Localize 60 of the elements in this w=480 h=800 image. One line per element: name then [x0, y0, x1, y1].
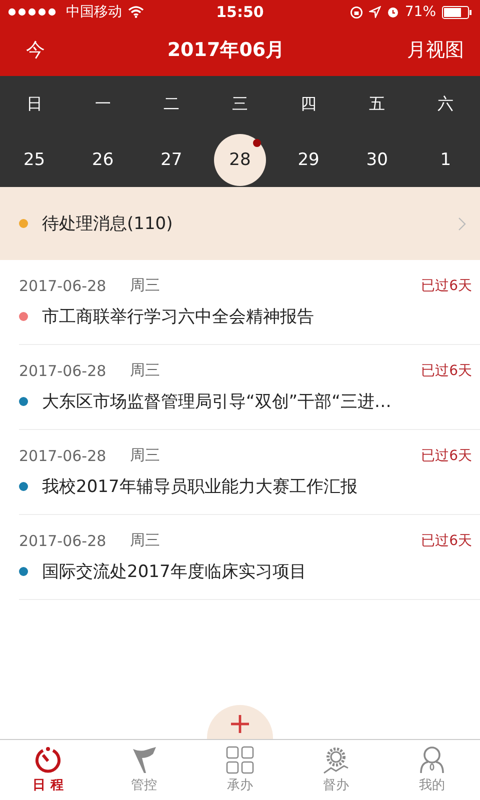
- pending-messages-row[interactable]: 待处理消息(110): [0, 187, 480, 260]
- chevron-icon: [458, 216, 466, 230]
- event-title: 国际交流处2017年度临床实习项目: [42, 561, 306, 583]
- calendar-day[interactable]: 30: [351, 134, 404, 186]
- calendar-day[interactable]: 26: [76, 134, 129, 186]
- person-icon: [418, 746, 446, 774]
- battery-icon: [442, 6, 472, 18]
- event-title: 我校2017年辅导员职业能力大赛工作汇报: [42, 476, 358, 498]
- calendar-day[interactable]: 28: [214, 134, 266, 186]
- event-weekday: 周三: [130, 531, 162, 550]
- event-item[interactable]: 2017-06-28 周三 已过6天 大东区市场监督管理局引导“双创”干部“三进…: [19, 345, 480, 430]
- wifi-icon: [128, 6, 144, 18]
- event-date: 2017-06-28: [19, 446, 106, 464]
- overdue-label: 已过6天: [421, 446, 472, 464]
- tab-label: 我的: [419, 777, 445, 794]
- event-weekday: 周三: [130, 276, 162, 295]
- event-item[interactable]: 2017-06-28 周三 已过6天 我校2017年辅导员职业能力大赛工作汇报: [19, 430, 480, 515]
- weekday-label: 日: [26, 94, 42, 114]
- tab-item[interactable]: 日 程: [0, 740, 96, 800]
- event-date: 2017-06-28: [19, 362, 106, 380]
- alarm-icon: [386, 6, 399, 18]
- event-date: 2017-06-28: [19, 276, 106, 294]
- event-item[interactable]: 2017-06-28 周三 已过6天 市工商联举行学习六中全会精神报告: [19, 260, 480, 345]
- event-title: 大东区市场监督管理局引导“双创”干部“三进…: [42, 391, 392, 413]
- weekday-label: 五: [369, 94, 386, 114]
- location-icon: [368, 6, 381, 18]
- grid-icon: [226, 746, 254, 774]
- plus-icon: [230, 714, 250, 734]
- weekday-label: 二: [163, 94, 180, 114]
- carrier-name: 中国移动: [66, 3, 122, 21]
- tab-label: 承办: [227, 777, 253, 794]
- tab-label: 日 程: [32, 777, 64, 794]
- weekday-label: 四: [300, 94, 317, 114]
- calendar-day[interactable]: 1: [420, 134, 472, 186]
- rotation-lock-icon: [350, 6, 363, 18]
- gear-icon: [322, 746, 350, 774]
- weekday-label: 六: [438, 94, 454, 114]
- event-item[interactable]: 2017-06-28 周三 已过6天 国际交流处2017年度临床实习项目: [19, 515, 480, 600]
- overdue-label: 已过6天: [421, 276, 472, 294]
- month-view-button[interactable]: 月视图: [402, 33, 468, 67]
- battery-percent: 71%: [404, 4, 436, 20]
- tab-label: 管控: [131, 777, 157, 794]
- calendar-day[interactable]: 29: [282, 134, 335, 186]
- month-title: 2017年06月: [167, 38, 285, 63]
- overdue-label: 已过6天: [421, 362, 472, 380]
- flag-icon: [130, 746, 158, 774]
- event-weekday: 周三: [130, 446, 162, 465]
- today-button[interactable]: 今: [22, 33, 49, 67]
- calendar-day[interactable]: 27: [145, 134, 198, 186]
- overdue-label: 已过6天: [421, 532, 472, 550]
- timer-icon: [34, 746, 62, 774]
- pending-label: 待处理消息(110): [42, 213, 174, 235]
- calendar-day[interactable]: 25: [8, 134, 60, 186]
- event-weekday: 周三: [130, 361, 162, 380]
- weekday-label: 三: [232, 94, 248, 114]
- event-title: 市工商联举行学习六中全会精神报告: [42, 306, 314, 328]
- tab-label: 督办: [323, 777, 349, 794]
- event-date: 2017-06-28: [19, 532, 106, 550]
- status-time: 15:50: [216, 3, 264, 21]
- weekday-label: 一: [94, 94, 111, 114]
